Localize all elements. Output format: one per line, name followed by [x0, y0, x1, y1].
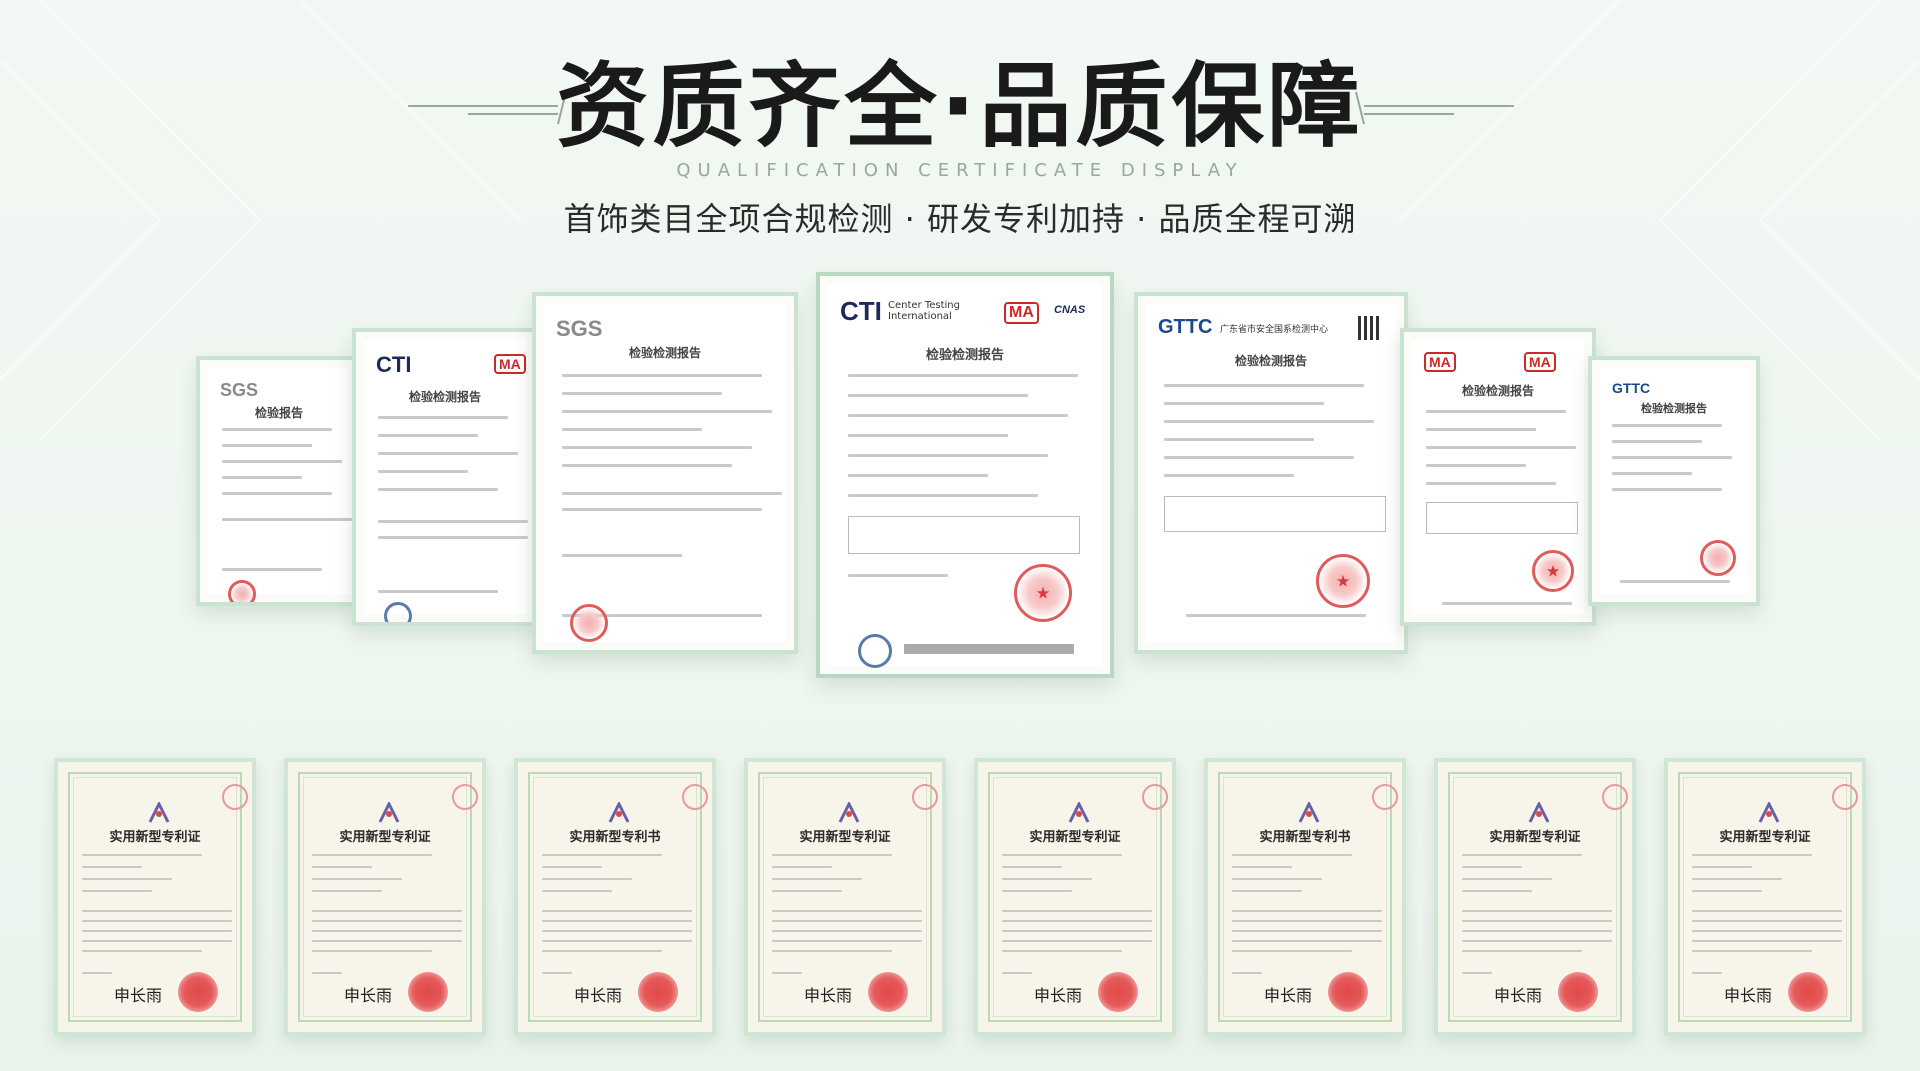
patent-corner-seal: [452, 784, 478, 810]
patent-corner-seal: [1372, 784, 1398, 810]
title-decoration-right: [1355, 91, 1514, 125]
certificate-logo-subtitle: Center Testing International: [888, 300, 960, 322]
patent-corner-seal: [682, 784, 708, 810]
certificate-title: 检验检测报告: [408, 390, 481, 404]
certificate-seal: [384, 602, 412, 622]
certificate-logo: CTI: [376, 352, 412, 377]
patent-title: 实用新型专利证: [1029, 830, 1121, 845]
certificate-title: 检验检测报告: [628, 346, 701, 360]
certificate-logo: CTI: [840, 296, 882, 326]
certificate-title: 检验检测报告: [1234, 354, 1307, 368]
patent-emblem-icon: [608, 802, 630, 823]
cnas-badge: CNAS: [1054, 304, 1086, 316]
certificate-seal: ★: [1316, 554, 1370, 608]
certificate-card: CTI MA 检验检测报告: [352, 328, 538, 626]
patent-title: 实用新型专利书: [1259, 830, 1351, 845]
patent-signature: 申长雨: [114, 986, 163, 1005]
patent-certificate: 实用新型专利证 申长雨: [974, 758, 1176, 1036]
certificate-card: CTI Center Testing International MA CNAS…: [816, 272, 1114, 678]
ma-badge: MA: [494, 354, 526, 374]
certificate-card: SGS 检验报告: [196, 356, 362, 606]
patent-signature: 申长雨: [1494, 986, 1543, 1005]
patent-certificate: 实用新型专利书 申长雨: [514, 758, 716, 1036]
patent-certificate: 实用新型专利证 申长雨: [1664, 758, 1866, 1036]
certificate-seal: ★: [1014, 564, 1072, 622]
patent-title: 实用新型专利证: [1719, 830, 1811, 845]
patent-emblem-icon: [378, 802, 400, 823]
ma-badge: MA: [1524, 352, 1556, 372]
certificate-logo-subtitle: 广东省市安全国系检测中心: [1220, 325, 1329, 335]
patent-certificate: 实用新型专利证 申长雨: [1434, 758, 1636, 1036]
patent-corner-seal: [1602, 784, 1628, 810]
certificate-card: SGS 检验检测报告: [532, 292, 798, 654]
header: 资质齐全·品质保障 QUALIFICATION CERTIFICATE DISP…: [0, 0, 1920, 240]
patent-seal: [1328, 972, 1368, 1012]
patent-seal: [1098, 972, 1138, 1012]
patent-seal: [1558, 972, 1598, 1012]
certificate-title: 检验检测报告: [1641, 402, 1707, 415]
certificate-title: 检验报告: [254, 406, 303, 420]
patent-certificate: 实用新型专利证 申长雨: [744, 758, 946, 1036]
patent-title: 实用新型专利证: [339, 830, 431, 845]
patent-title: 实用新型专利证: [109, 830, 201, 845]
tagline: 首饰类目全项合规检测 · 研发专利加持 · 品质全程可溯: [563, 200, 1357, 238]
patent-emblem-icon: [1528, 802, 1550, 823]
patent-seal: [408, 972, 448, 1012]
patent-signature: 申长雨: [344, 986, 393, 1005]
patent-emblem-icon: [148, 802, 170, 823]
qr-code: [1358, 316, 1382, 340]
patent-signature: 申长雨: [574, 986, 623, 1005]
patent-signature: 申长雨: [1034, 986, 1083, 1005]
patent-certificate: 实用新型专利证 申长雨: [284, 758, 486, 1036]
certificate-seal: [570, 604, 608, 642]
patent-seal: [178, 972, 218, 1012]
certificate-logo: GTTC: [1158, 316, 1213, 338]
patent-seal: [1788, 972, 1828, 1012]
certificate-card: MA MA 检验检测报告 ★: [1400, 328, 1596, 626]
patent-signature: 申长雨: [804, 986, 853, 1005]
patent-corner-seal: [222, 784, 248, 810]
subtitle-english: QUALIFICATION CERTIFICATE DISPLAY: [676, 160, 1244, 181]
certificate-logo: GTTC: [1612, 380, 1651, 396]
patent-emblem-icon: [1758, 802, 1780, 823]
patent-title: 实用新型专利书: [569, 830, 661, 845]
certificate-seal: [228, 580, 256, 602]
certificate-title: 检验检测报告: [1461, 384, 1534, 398]
page-title: 资质齐全·品质保障: [556, 53, 1364, 160]
certificate-card: GTTC 广东省市安全国系检测中心 检验检测报告 ★: [1134, 292, 1408, 654]
patent-corner-seal: [912, 784, 938, 810]
certificate-card: GTTC 检验检测报告: [1588, 356, 1760, 606]
certificate-seal: ★: [1532, 550, 1574, 592]
patent-emblem-icon: [1298, 802, 1320, 823]
certificate-seal: [1700, 540, 1736, 576]
patent-seal: [638, 972, 678, 1012]
patent-emblem-icon: [838, 802, 860, 823]
patent-corner-seal: [1832, 784, 1858, 810]
cnas-seal: [858, 634, 892, 668]
patent-title: 实用新型专利证: [799, 830, 891, 845]
certificate-logo: SGS: [556, 316, 603, 341]
patent-seal: [868, 972, 908, 1012]
patent-title: 实用新型专利证: [1489, 830, 1581, 845]
ma-badge: MA: [1004, 302, 1039, 324]
certificate-logo: SGS: [220, 380, 259, 400]
patent-emblem-icon: [1068, 802, 1090, 823]
patent-certificate: 实用新型专利书 申长雨: [1204, 758, 1406, 1036]
patent-signature: 申长雨: [1724, 986, 1773, 1005]
patent-signature: 申长雨: [1264, 986, 1313, 1005]
certificate-title: 检验检测报告: [925, 348, 1004, 363]
patent-corner-seal: [1142, 784, 1168, 810]
certificate-logo: MA: [1424, 352, 1456, 372]
patent-certificate: 实用新型专利证 申长雨: [54, 758, 256, 1036]
